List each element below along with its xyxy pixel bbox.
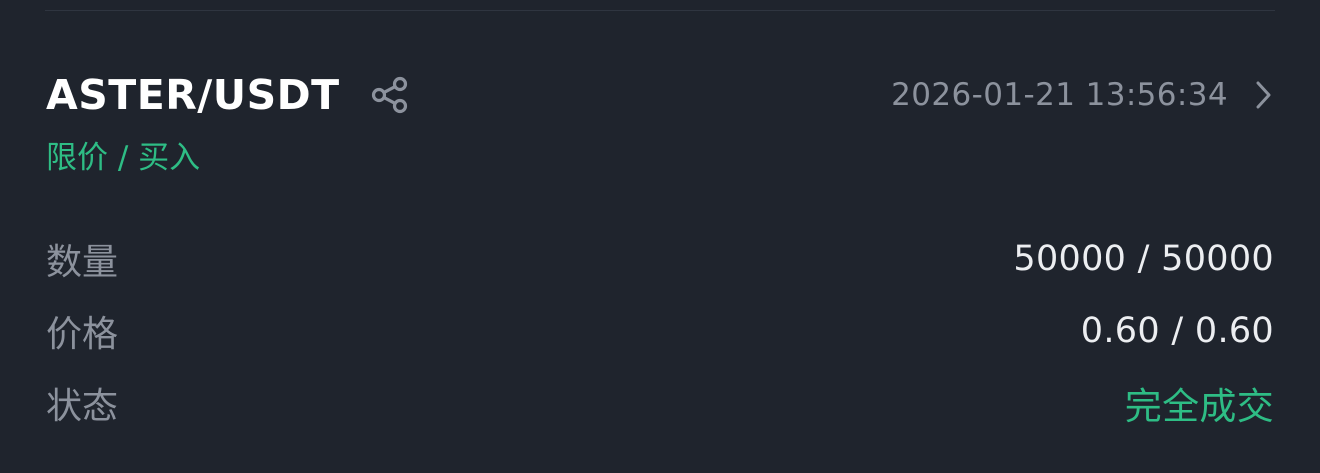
order-datetime: 2026-01-21 13:56:34 [891, 77, 1228, 113]
quantity-label: 数量 [46, 242, 119, 283]
chevron-right-icon [1254, 79, 1274, 111]
trading-pair: ASTER/USDT [46, 71, 340, 119]
order-type: 限价 / 买入 [46, 140, 201, 176]
detail-row-price: 价格 0.60 / 0.60 [46, 295, 1274, 367]
detail-row-status: 状态 完全成交 [46, 367, 1274, 439]
order-details: 数量 50000 / 50000 价格 0.60 / 0.60 状态 完全成交 [46, 223, 1274, 439]
order-card[interactable]: ASTER/USDT 2026-01-21 13:56:34 限价 / 买入 数… [46, 64, 1274, 439]
order-header-left: ASTER/USDT [46, 71, 410, 119]
price-label: 价格 [46, 314, 119, 355]
order-header: ASTER/USDT 2026-01-21 13:56:34 [46, 64, 1274, 126]
share-icon[interactable] [370, 75, 410, 115]
price-value: 0.60 / 0.60 [1080, 311, 1274, 351]
detail-row-quantity: 数量 50000 / 50000 [46, 223, 1274, 295]
order-detail-link[interactable]: 2026-01-21 13:56:34 [891, 77, 1274, 113]
quantity-value: 50000 / 50000 [1013, 239, 1274, 279]
top-divider [45, 10, 1275, 11]
status-value: 完全成交 [1124, 385, 1274, 428]
status-label: 状态 [46, 386, 119, 427]
